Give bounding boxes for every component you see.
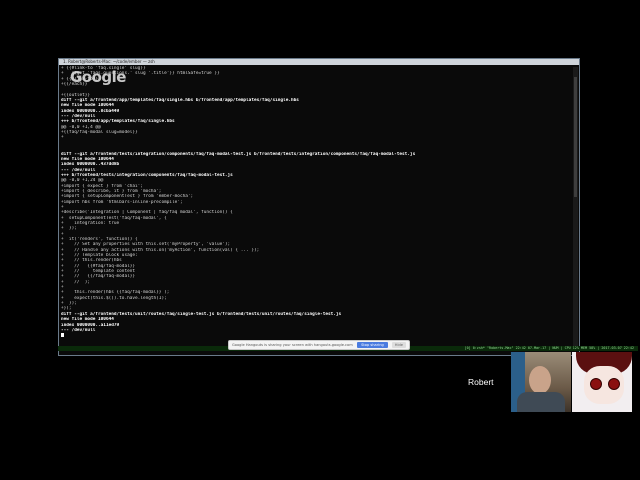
google-logo: Google [70,68,126,86]
window-title: 1. Robert@Roberts-Mac: ~/code/ember — zs… [59,59,579,65]
terminal-window[interactable]: 1. Robert@Roberts-Mac: ~/code/ember — zs… [58,58,580,356]
terminal-output[interactable]: + {{#link-to 'faq.single' slug}} + {{get … [61,66,571,349]
stop-sharing-button[interactable]: Stop sharing [357,342,388,348]
screen-share-notice: Google Hangouts is sharing your screen w… [228,340,410,350]
participant-name: Robert [468,377,494,387]
participant-avatar-thumbnail[interactable] [572,352,632,412]
avatar-eye-left [590,378,602,390]
scrollbar-thumb[interactable] [574,77,577,197]
participant-video-thumbnail[interactable] [511,352,571,412]
terminal-line [61,333,571,338]
person-shirt [517,392,565,412]
person-head [529,366,551,394]
terminal-cursor [61,333,64,338]
avatar-eye-right [608,378,620,390]
hide-button[interactable]: Hide [391,342,406,348]
share-notice-text: Google Hangouts is sharing your screen w… [232,343,354,347]
terminal-scrollbar[interactable] [573,67,578,347]
